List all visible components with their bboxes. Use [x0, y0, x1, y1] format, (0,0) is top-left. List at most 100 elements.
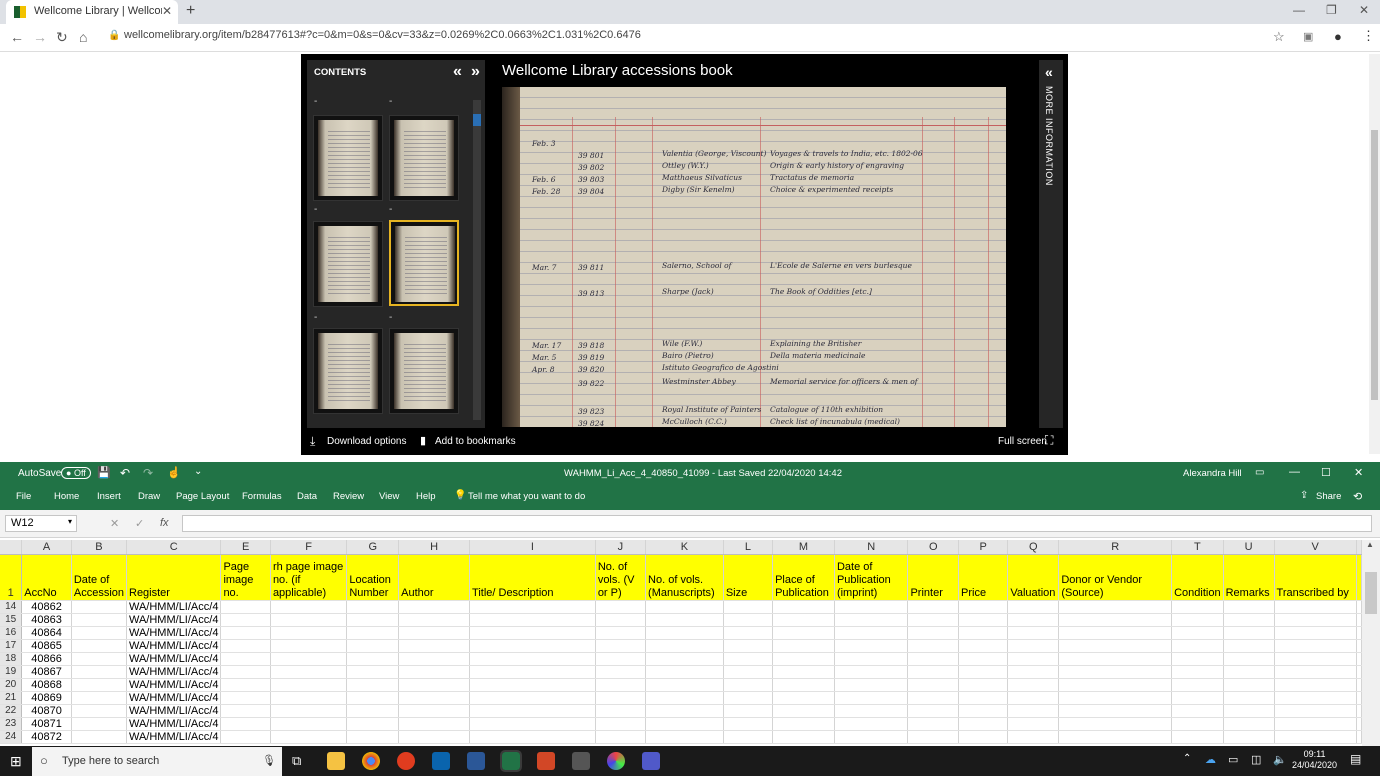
header-cell[interactable]: No. of vols. (Manuscripts) — [645, 554, 724, 601]
empty-cell[interactable] — [220, 665, 271, 679]
header-cell[interactable]: Size — [723, 554, 774, 601]
empty-cell[interactable] — [645, 717, 724, 731]
add-to-bookmarks-button[interactable]: Add to bookmarks — [435, 436, 516, 447]
customize-toolbar-icon[interactable]: ⌄ — [194, 466, 202, 477]
bookmark-star-icon[interactable]: ☆ — [1273, 29, 1285, 45]
empty-cell[interactable] — [220, 613, 271, 627]
header-cell[interactable]: Register — [126, 554, 222, 601]
empty-cell[interactable] — [645, 678, 724, 692]
document-title[interactable]: WAHMM_Li_Acc_4_40850_41099 - Last Saved … — [564, 468, 842, 479]
empty-cell[interactable] — [1356, 652, 1362, 666]
empty-cell[interactable] — [1171, 652, 1224, 666]
network-icon[interactable]: ◫ — [1251, 753, 1261, 766]
empty-cell[interactable] — [270, 691, 348, 705]
menu-page-layout[interactable]: Page Layout — [176, 491, 229, 502]
empty-cell[interactable] — [595, 704, 647, 718]
empty-cell[interactable] — [270, 639, 348, 653]
empty-cell[interactable] — [772, 665, 835, 679]
row-number[interactable]: 19 — [0, 665, 23, 679]
empty-cell[interactable] — [907, 717, 959, 731]
row-number[interactable]: 18 — [0, 652, 23, 666]
empty-cell[interactable] — [958, 717, 1009, 731]
date-cell[interactable] — [71, 717, 128, 731]
redo-icon[interactable]: ↷ — [143, 466, 153, 480]
acc-no-cell[interactable]: 40871 — [21, 717, 72, 731]
empty-cell[interactable] — [834, 652, 909, 666]
col-header[interactable]: H — [398, 540, 471, 555]
empty-cell[interactable] — [907, 613, 959, 627]
acc-no-cell[interactable]: 40869 — [21, 691, 72, 705]
menu-file[interactable]: File — [16, 491, 31, 502]
empty-cell[interactable] — [1274, 730, 1357, 744]
empty-cell[interactable] — [834, 600, 909, 614]
empty-cell[interactable] — [645, 639, 724, 653]
empty-cell[interactable] — [907, 639, 959, 653]
empty-cell[interactable] — [398, 691, 471, 705]
empty-cell[interactable] — [1058, 730, 1173, 744]
empty-cell[interactable] — [595, 665, 647, 679]
menu-formulas[interactable]: Formulas — [242, 491, 282, 502]
empty-cell[interactable] — [1058, 626, 1173, 640]
empty-cell[interactable] — [772, 600, 835, 614]
volume-icon[interactable]: 🔈 — [1273, 753, 1287, 766]
ledger-page-image[interactable]: Feb. 3 39 801 Valentia (George, Viscount… — [502, 87, 1006, 427]
formula-input[interactable] — [182, 515, 1372, 532]
empty-cell[interactable] — [1171, 665, 1224, 679]
empty-cell[interactable] — [723, 600, 774, 614]
empty-cell[interactable] — [469, 704, 596, 718]
empty-cell[interactable] — [1274, 626, 1357, 640]
empty-cell[interactable] — [398, 626, 471, 640]
register-cell[interactable]: WA/HMM/LI/Acc/4 — [126, 652, 222, 666]
excel-icon[interactable] — [500, 750, 522, 772]
empty-cell[interactable] — [1223, 665, 1275, 679]
empty-cell[interactable] — [772, 678, 835, 692]
page-thumbnail[interactable] — [389, 328, 459, 414]
empty-cell[interactable] — [723, 704, 774, 718]
empty-cell[interactable] — [220, 717, 271, 731]
empty-cell[interactable] — [772, 717, 835, 731]
name-box[interactable]: W12 ▾ — [5, 515, 77, 532]
col-header[interactable]: P — [958, 540, 1009, 555]
empty-cell[interactable] — [346, 717, 400, 731]
home-icon[interactable]: ⌂ — [79, 29, 87, 45]
empty-cell[interactable] — [220, 678, 271, 692]
new-tab-icon[interactable]: + — [186, 2, 195, 20]
empty-cell[interactable] — [1058, 704, 1173, 718]
chevron-down-icon[interactable]: ▾ — [68, 517, 72, 526]
header-cell[interactable]: Remarks — [1223, 554, 1275, 601]
empty-cell[interactable] — [1058, 600, 1173, 614]
microphone-icon[interactable]: 🎙 — [262, 754, 276, 767]
excel-maximize-icon[interactable]: ☐ — [1321, 466, 1331, 479]
date-cell[interactable] — [71, 626, 128, 640]
empty-cell[interactable] — [270, 678, 348, 692]
col-header[interactable]: G — [346, 540, 400, 555]
empty-cell[interactable] — [398, 704, 471, 718]
onedrive-icon[interactable]: ☁ — [1205, 753, 1216, 766]
taskbar-search[interactable]: ○ Type here to search 🎙 — [32, 747, 282, 776]
empty-cell[interactable] — [723, 678, 774, 692]
empty-cell[interactable] — [1356, 691, 1362, 705]
date-cell[interactable] — [71, 639, 128, 653]
empty-cell[interactable] — [1274, 600, 1357, 614]
empty-cell[interactable] — [772, 691, 835, 705]
register-cell[interactable]: WA/HMM/LI/Acc/4 — [126, 665, 222, 679]
empty-cell[interactable] — [958, 678, 1009, 692]
date-cell[interactable] — [71, 730, 128, 744]
empty-cell[interactable] — [270, 652, 348, 666]
app-icon[interactable] — [397, 752, 415, 770]
empty-cell[interactable] — [1274, 678, 1357, 692]
thumbnail-scrollbar[interactable] — [473, 100, 481, 420]
browser-tab[interactable]: Wellcome Library | Wellcome Libr ✕ — [6, 0, 178, 24]
empty-cell[interactable] — [595, 717, 647, 731]
empty-cell[interactable] — [398, 613, 471, 627]
header-cell[interactable]: Place of Publication — [772, 554, 835, 601]
date-cell[interactable] — [71, 665, 128, 679]
empty-cell[interactable] — [595, 613, 647, 627]
col-header[interactable]: V — [1274, 540, 1357, 555]
col-header[interactable]: K — [645, 540, 724, 555]
menu-draw[interactable]: Draw — [138, 491, 160, 502]
date-cell[interactable] — [71, 704, 128, 718]
empty-cell[interactable] — [398, 600, 471, 614]
col-header[interactable]: Q — [1007, 540, 1060, 555]
empty-cell[interactable] — [834, 678, 909, 692]
